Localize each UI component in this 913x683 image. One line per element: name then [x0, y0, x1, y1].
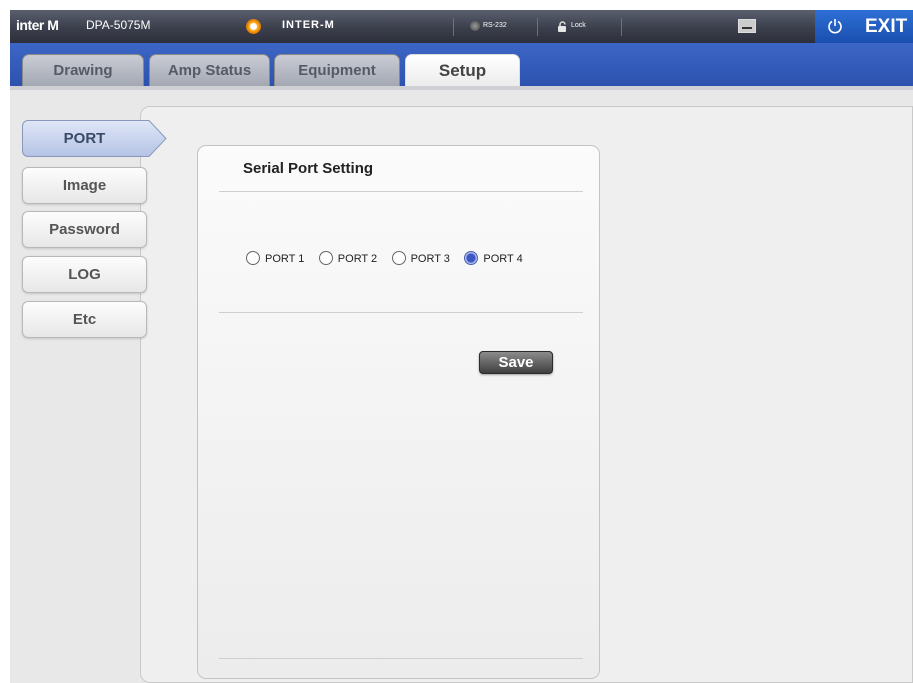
port-1-radio[interactable]: PORT 1 — [246, 250, 305, 265]
divider — [621, 18, 622, 36]
tab-setup[interactable]: Setup — [405, 54, 520, 86]
divider — [537, 18, 538, 36]
tab-amp-status[interactable]: Amp Status — [149, 54, 270, 86]
radio-label: PORT 2 — [337, 252, 378, 265]
sidebar-item-etc[interactable]: Etc — [22, 301, 147, 338]
sidebar-item-image[interactable]: Image — [22, 167, 147, 204]
power-icon — [827, 18, 843, 34]
divider — [453, 18, 454, 36]
lock-label[interactable]: Lock — [571, 10, 586, 43]
radio-label: PORT 1 — [265, 252, 305, 265]
tab-equipment[interactable]: Equipment — [274, 54, 400, 86]
rs232-label: RS-232 — [483, 22, 507, 29]
section-title: Serial Port Setting — [243, 160, 374, 177]
save-button[interactable]: Save — [479, 351, 553, 374]
title-bar: inter M DPA-5075M INTER-M RS-232 Lock EX… — [10, 10, 913, 43]
brand-logo: inter M — [16, 17, 59, 33]
divider — [219, 312, 583, 313]
radio-selected-icon — [464, 250, 479, 265]
exit-label: EXIT — [865, 16, 908, 37]
radio-icon — [246, 250, 260, 265]
sidebar-item-port[interactable]: PORT — [22, 120, 167, 157]
status-indicator-icon — [246, 19, 261, 34]
device-name: INTER-M — [282, 19, 335, 31]
lock-icon[interactable] — [557, 20, 569, 32]
port-radio-group: PORT 1 PORT 2 PORT 3 PORT 4 — [246, 249, 533, 267]
divider — [219, 191, 583, 192]
serial-port-settings: Serial Port Setting PORT 1 PORT 2 PORT 3… — [197, 145, 600, 679]
keyboard-icon[interactable] — [738, 19, 756, 33]
exit-button[interactable]: EXIT — [815, 10, 913, 43]
radio-label: PORT 4 — [483, 252, 523, 265]
sidebar-item-password[interactable]: Password — [22, 211, 147, 248]
port-3-radio[interactable]: PORT 3 — [391, 250, 450, 265]
divider — [219, 658, 583, 659]
content-area: PORT Image Password LOG Etc Serial Port … — [10, 86, 913, 683]
port-4-radio[interactable]: PORT 4 — [464, 250, 523, 265]
sidebar-item-label: PORT — [63, 130, 106, 147]
rs232-indicator-icon — [470, 21, 480, 31]
sidebar-item-log[interactable]: LOG — [22, 256, 147, 293]
radio-icon — [391, 250, 406, 265]
main-tabs: Drawing Amp Status Equipment Setup — [10, 43, 913, 86]
radio-icon — [318, 250, 333, 265]
tab-drawing[interactable]: Drawing — [22, 54, 144, 86]
radio-label: PORT 3 — [410, 252, 450, 265]
port-2-radio[interactable]: PORT 2 — [318, 250, 378, 265]
model-name: DPA-5075M — [86, 18, 151, 32]
